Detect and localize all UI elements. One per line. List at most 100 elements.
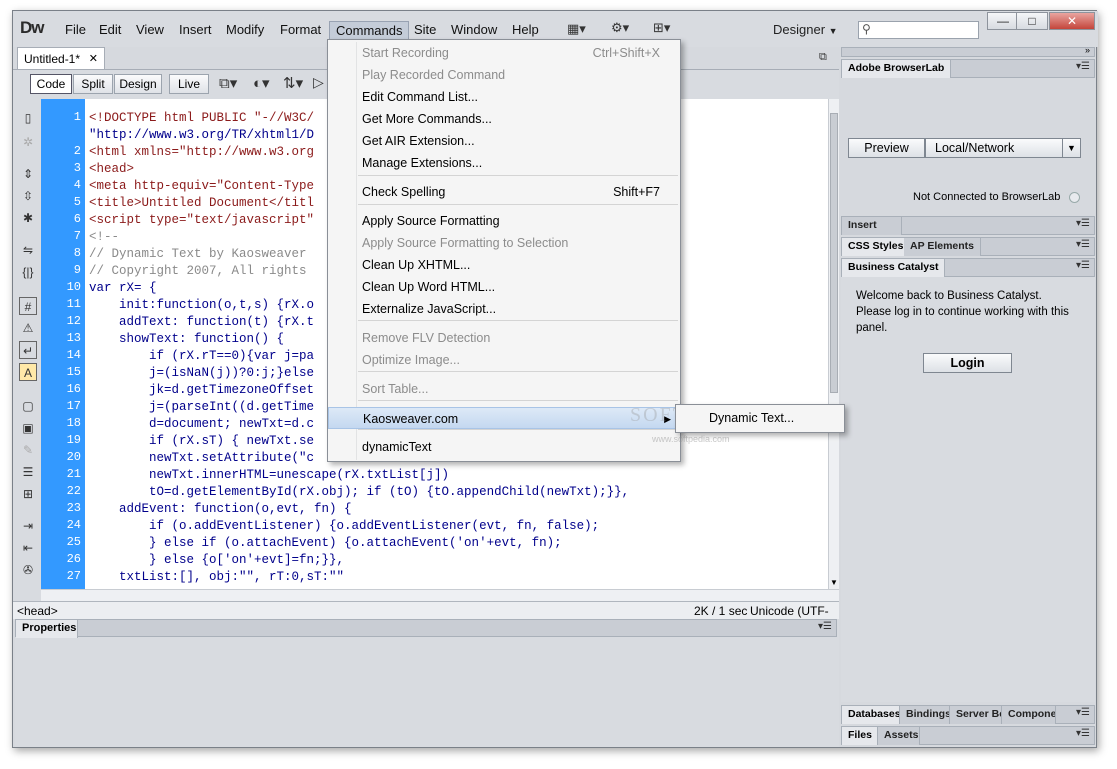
code-line[interactable]: } else {o['on'+evt]=fn;}}, — [89, 552, 344, 569]
panel-options-icon[interactable]: ▾☰ — [1076, 61, 1090, 72]
code-line[interactable]: <!DOCTYPE html PUBLIC "-//W3C/ — [89, 110, 314, 127]
design-view-button[interactable]: Design — [114, 74, 162, 94]
login-button[interactable]: Login — [923, 353, 1012, 373]
code-line[interactable]: <title>Untitled Document</titl — [89, 195, 314, 212]
code-line[interactable]: <script type="text/javascript" — [89, 212, 314, 229]
close-button[interactable]: ✕ — [1049, 12, 1095, 30]
move-css-icon[interactable]: ⊞ — [19, 485, 37, 503]
menu-item-dynamic-text[interactable]: Dynamic Text... — [676, 407, 844, 429]
minimize-button[interactable]: — — [987, 12, 1019, 30]
components-tab[interactable]: Compone — [1002, 706, 1056, 724]
collapse-icon[interactable]: » — [1085, 45, 1090, 55]
show-code-navigator-icon[interactable]: ✲ — [19, 133, 37, 151]
menu-item-clean-up-word-html[interactable]: Clean Up Word HTML... — [328, 276, 680, 298]
apply-comment-icon[interactable]: ▢ — [19, 397, 37, 415]
menu-item-dynamictext[interactable]: dynamicText — [328, 436, 680, 458]
menu-item-apply-source-formatting[interactable]: Apply Source Formatting — [328, 210, 680, 232]
vertical-scrollbar[interactable]: ▼ — [828, 99, 839, 589]
line-numbers-icon[interactable]: # — [19, 297, 37, 315]
menu-modify[interactable]: Modify — [226, 22, 264, 37]
file-management-icon[interactable]: ⇅▾ — [283, 74, 303, 92]
tag-selector[interactable]: <head> — [17, 604, 58, 618]
menu-item-manage-extensions[interactable]: Manage Extensions... — [328, 152, 680, 174]
document-tab[interactable]: Untitled-1* ✕ — [17, 47, 105, 69]
bindings-tab[interactable]: Bindings — [900, 706, 950, 724]
panel-options-icon[interactable]: ▾☰ — [1076, 707, 1090, 718]
word-wrap-icon[interactable]: ↵ — [19, 341, 37, 359]
code-line[interactable]: if (rX.rT==0){var j=pa — [89, 348, 314, 365]
select-parent-tag-icon[interactable]: ⇋ — [19, 241, 37, 259]
inspect-icon[interactable]: ▷ — [313, 74, 324, 91]
layout-icon[interactable]: ▦▾ — [567, 21, 586, 37]
menu-insert[interactable]: Insert — [179, 22, 212, 37]
menu-help[interactable]: Help — [512, 22, 539, 37]
browserlab-tab[interactable]: Adobe BrowserLab — [842, 60, 952, 78]
code-line[interactable]: jk=d.getTimezoneOffset — [89, 382, 314, 399]
code-line[interactable]: // Dynamic Text by Kaosweaver — [89, 246, 307, 263]
site-icon[interactable]: ⊞▾ — [653, 20, 670, 36]
code-line[interactable]: <!-- — [89, 229, 119, 246]
code-line[interactable]: <head> — [89, 161, 134, 178]
live-view-button[interactable]: Live — [169, 74, 209, 94]
code-line[interactable]: // Copyright 2007, All rights — [89, 263, 307, 280]
multiscreen-icon[interactable]: ⧉▾ — [219, 74, 237, 92]
code-line[interactable]: <meta http-equiv="Content-Type — [89, 178, 314, 195]
indent-icon[interactable]: ⇥ — [19, 517, 37, 535]
balance-braces-icon[interactable]: {|} — [19, 263, 37, 281]
code-view-button[interactable]: Code — [30, 74, 72, 94]
wrap-tag-icon[interactable]: ✎ — [19, 441, 37, 459]
highlight-invalid-code-icon[interactable]: ⚠ — [19, 319, 37, 337]
files-tab[interactable]: Files — [842, 727, 878, 745]
properties-tab[interactable]: Properties — [16, 620, 78, 638]
business-catalyst-tab[interactable]: Business Catalyst — [842, 259, 946, 277]
panel-options-icon[interactable]: ▾☰ — [1076, 260, 1090, 271]
preview-button[interactable]: Preview — [848, 138, 925, 158]
search-input[interactable]: ⚲ — [858, 21, 979, 39]
menu-item-get-more-commands[interactable]: Get More Commands... — [328, 108, 680, 130]
panel-options-icon[interactable]: ▾☰ — [818, 621, 832, 632]
panel-options-icon[interactable]: ▾☰ — [1076, 218, 1090, 229]
close-tab-icon[interactable]: ✕ — [89, 52, 98, 65]
expand-all-icon[interactable]: ✱ — [19, 209, 37, 227]
menu-item-edit-command-list[interactable]: Edit Command List... — [328, 86, 680, 108]
menu-item-clean-up-xhtml[interactable]: Clean Up XHTML... — [328, 254, 680, 276]
format-source-icon[interactable]: ✇ — [19, 561, 37, 579]
code-line[interactable]: init:function(o,t,s) {rX.o — [89, 297, 314, 314]
horizontal-scrollbar[interactable] — [41, 589, 839, 601]
panel-options-icon[interactable]: ▾☰ — [1076, 239, 1090, 250]
scroll-thumb[interactable] — [830, 113, 838, 393]
code-line[interactable]: var rX= { — [89, 280, 157, 297]
gear-icon[interactable]: ⚙▾ — [611, 20, 629, 36]
menu-commands[interactable]: Commands — [329, 21, 410, 41]
css-styles-tab[interactable]: CSS Styles — [842, 238, 911, 256]
menu-site[interactable]: Site — [414, 22, 436, 37]
code-line[interactable]: } else if (o.attachEvent) {o.attachEvent… — [89, 535, 562, 552]
browser-preview-icon[interactable]: ◐▾ — [253, 74, 270, 92]
code-line[interactable]: addText: function(t) {rX.t — [89, 314, 314, 331]
code-line[interactable]: j=(parseInt((d.getTime — [89, 399, 314, 416]
menu-format[interactable]: Format — [280, 22, 321, 37]
menu-item-get-air-extension[interactable]: Get AIR Extension... — [328, 130, 680, 152]
databases-tab[interactable]: Databases — [842, 706, 900, 724]
syntax-coloring-icon[interactable]: A — [19, 363, 37, 381]
server-behaviors-tab[interactable]: Server Be — [950, 706, 1002, 724]
code-line[interactable]: "http://www.w3.org/TR/xhtml1/D — [89, 127, 314, 144]
menu-item-externalize-javascript[interactable]: Externalize JavaScript... — [328, 298, 680, 320]
code-line[interactable]: addEvent: function(o,evt, fn) { — [89, 501, 352, 518]
assets-tab[interactable]: Assets — [878, 727, 920, 745]
code-line[interactable]: tO=d.getElementById(rX.obj); if (tO) {tO… — [89, 484, 629, 501]
menu-edit[interactable]: Edit — [99, 22, 121, 37]
code-line[interactable]: if (o.addEventListener) {o.addEventListe… — [89, 518, 599, 535]
open-documents-icon[interactable]: ▯ — [19, 109, 37, 127]
scroll-down-icon[interactable]: ▼ — [830, 578, 838, 587]
code-line[interactable]: <html xmlns="http://www.w3.org — [89, 144, 314, 161]
code-line[interactable]: newTxt.setAttribute("c — [89, 450, 314, 467]
menu-view[interactable]: View — [136, 22, 164, 37]
panel-options-icon[interactable]: ▾☰ — [1076, 728, 1090, 739]
code-line[interactable]: txtList:[], obj:"", rT:0,sT:"" — [89, 569, 344, 586]
location-dropdown[interactable]: Local/Network ▼ — [925, 138, 1081, 158]
code-line[interactable]: showText: function() { — [89, 331, 284, 348]
menu-item-check-spelling[interactable]: Check Spelling Shift+F7 — [328, 181, 680, 203]
code-line[interactable]: d=document; newTxt=d.c — [89, 416, 314, 433]
menu-window[interactable]: Window — [451, 22, 497, 37]
